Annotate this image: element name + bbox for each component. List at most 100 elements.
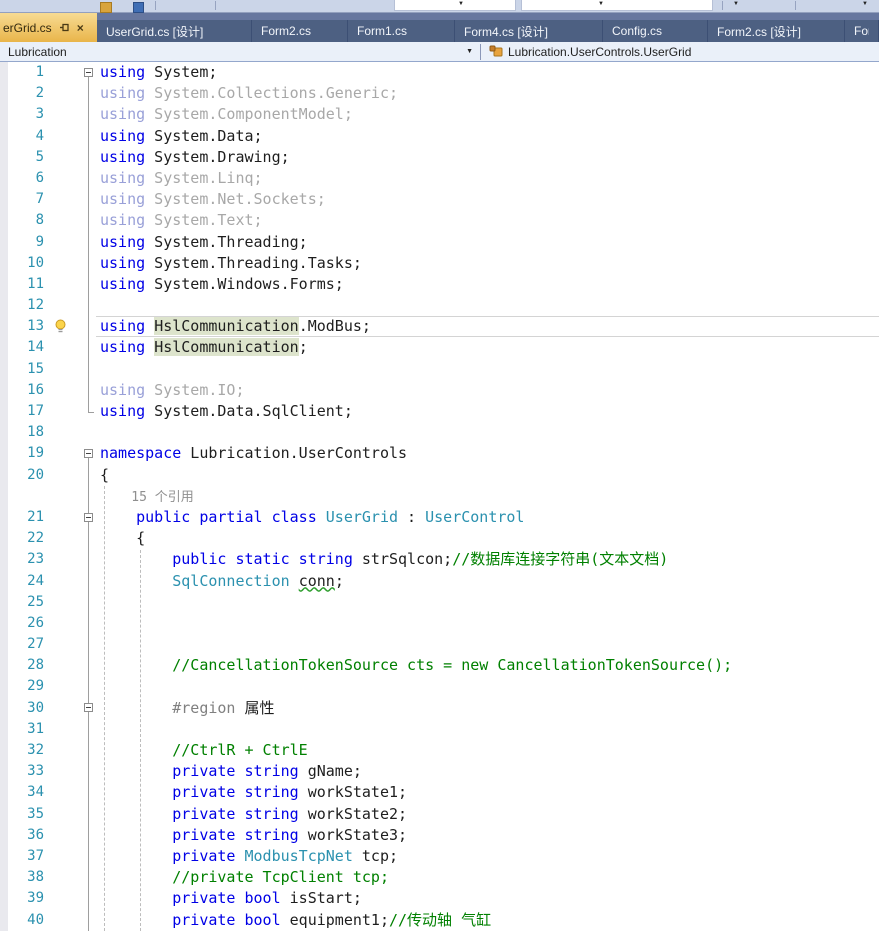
pin-icon[interactable]	[59, 22, 70, 33]
indicator-margin[interactable]	[0, 698, 8, 719]
document-tab[interactable]: For	[845, 20, 879, 42]
outlining-margin[interactable]	[76, 443, 100, 464]
chevron-down-icon[interactable]: ▼	[598, 1, 604, 7]
code-line[interactable]: 23 public static string strSqlcon;//数据库连…	[0, 549, 879, 570]
indicator-margin[interactable]	[0, 253, 8, 274]
chevron-down-icon[interactable]: ▼	[458, 1, 464, 7]
indicator-margin[interactable]	[0, 147, 8, 168]
code-line[interactable]: 39 private bool isStart;	[0, 888, 879, 909]
code-line[interactable]: 11using System.Windows.Forms;	[0, 274, 879, 295]
code-line[interactable]: 13using HslCommunication.ModBus;	[0, 316, 879, 337]
code-line[interactable]: 17using System.Data.SqlClient;	[0, 401, 879, 422]
indicator-margin[interactable]	[0, 189, 8, 210]
indicator-margin[interactable]	[0, 104, 8, 125]
code-line[interactable]: 22 {	[0, 528, 879, 549]
indicator-margin[interactable]	[0, 761, 8, 782]
code-line[interactable]: 4using System.Data;	[0, 126, 879, 147]
code-line[interactable]: 28 //CancellationTokenSource cts = new C…	[0, 655, 879, 676]
indicator-margin[interactable]	[0, 295, 8, 316]
code-line[interactable]: 2using System.Collections.Generic;	[0, 83, 879, 104]
indicator-margin[interactable]	[0, 825, 8, 846]
outlining-margin[interactable]	[76, 62, 100, 83]
code-line[interactable]: 14using HslCommunication;	[0, 337, 879, 358]
indicator-margin[interactable]	[0, 486, 8, 507]
indicator-margin[interactable]	[0, 719, 8, 740]
indicator-margin[interactable]	[0, 528, 8, 549]
indicator-margin[interactable]	[0, 401, 8, 422]
document-tab[interactable]: erGrid.cs×	[0, 13, 97, 42]
indicator-margin[interactable]	[0, 507, 8, 528]
collapse-box-icon[interactable]	[84, 513, 93, 522]
code-line[interactable]: 35 private string workState2;	[0, 804, 879, 825]
toolbar-combobox[interactable]	[394, 0, 516, 11]
indicator-margin[interactable]	[0, 232, 8, 253]
code-line[interactable]: 40 private bool equipment1;//传动轴 气缸	[0, 910, 879, 931]
code-editor[interactable]: 1using System;2using System.Collections.…	[0, 62, 879, 931]
indicator-margin[interactable]	[0, 592, 8, 613]
code-line[interactable]: 1using System;	[0, 62, 879, 83]
code-line[interactable]: 19namespace Lubrication.UserControls	[0, 443, 879, 464]
code-line[interactable]: 5using System.Drawing;	[0, 147, 879, 168]
indicator-margin[interactable]	[0, 422, 8, 443]
indicator-margin[interactable]	[0, 465, 8, 486]
project-dropdown[interactable]: Lubrication ▼	[0, 42, 480, 61]
indicator-margin[interactable]	[0, 655, 8, 676]
code-line[interactable]: 30 #region 属性	[0, 698, 879, 719]
code-line[interactable]: 27	[0, 634, 879, 655]
collapse-box-icon[interactable]	[84, 703, 93, 712]
document-tab[interactable]: Form2.cs	[252, 20, 348, 42]
indicator-margin[interactable]	[0, 910, 8, 931]
code-line[interactable]: 36 private string workState3;	[0, 825, 879, 846]
code-line[interactable]: 24 SqlConnection conn;	[0, 571, 879, 592]
indicator-margin[interactable]	[0, 274, 8, 295]
code-line[interactable]: 20{	[0, 465, 879, 486]
code-line[interactable]: 34 private string workState1;	[0, 782, 879, 803]
indicator-margin[interactable]	[0, 126, 8, 147]
code-line[interactable]: 32 //CtrlR + CtrlE	[0, 740, 879, 761]
document-tab[interactable]: Config.cs	[603, 20, 708, 42]
code-line[interactable]: 10using System.Threading.Tasks;	[0, 253, 879, 274]
code-line[interactable]: 6using System.Linq;	[0, 168, 879, 189]
indicator-margin[interactable]	[0, 316, 8, 337]
indicator-margin[interactable]	[0, 168, 8, 189]
collapse-box-icon[interactable]	[84, 68, 93, 77]
document-tab[interactable]: Form1.cs	[348, 20, 455, 42]
chevron-down-icon[interactable]: ▼	[733, 1, 739, 7]
toolbar-icon-fragment[interactable]	[100, 2, 112, 13]
code-line[interactable]: 15	[0, 359, 879, 380]
code-line[interactable]: 12	[0, 295, 879, 316]
indicator-margin[interactable]	[0, 571, 8, 592]
code-line[interactable]: 25	[0, 592, 879, 613]
indicator-margin[interactable]	[0, 846, 8, 867]
document-tab[interactable]: Form4.cs [设计]	[455, 20, 603, 42]
code-line[interactable]: 21 public partial class UserGrid : UserC…	[0, 507, 879, 528]
code-line[interactable]: 9using System.Threading;	[0, 232, 879, 253]
indicator-margin[interactable]	[0, 804, 8, 825]
indicator-margin[interactable]	[0, 337, 8, 358]
code-line[interactable]: 37 private ModbusTcpNet tcp;	[0, 846, 879, 867]
code-line[interactable]: 7using System.Net.Sockets;	[0, 189, 879, 210]
indicator-margin[interactable]	[0, 83, 8, 104]
indicator-margin[interactable]	[0, 740, 8, 761]
code-line[interactable]: 33 private string gName;	[0, 761, 879, 782]
outlining-margin[interactable]	[76, 507, 100, 528]
codelens-row[interactable]: 15 个引用	[0, 486, 879, 507]
document-tab[interactable]: Form2.cs [设计]	[708, 20, 845, 42]
code-line[interactable]: 18	[0, 422, 879, 443]
chevron-down-icon[interactable]: ▼	[466, 48, 473, 55]
code-line[interactable]: 16using System.IO;	[0, 380, 879, 401]
indicator-margin[interactable]	[0, 634, 8, 655]
lightbulb-icon[interactable]	[46, 316, 76, 337]
indicator-margin[interactable]	[0, 380, 8, 401]
toolbar-icon-fragment[interactable]	[133, 2, 144, 13]
indicator-margin[interactable]	[0, 676, 8, 697]
indicator-margin[interactable]	[0, 62, 8, 83]
indicator-margin[interactable]	[0, 613, 8, 634]
close-icon[interactable]: ×	[77, 22, 84, 34]
code-line[interactable]: 38 //private TcpClient tcp;	[0, 867, 879, 888]
code-line[interactable]: 8using System.Text;	[0, 210, 879, 231]
document-tab[interactable]: UserGrid.cs [设计]	[97, 20, 252, 42]
indicator-margin[interactable]	[0, 888, 8, 909]
indicator-margin[interactable]	[0, 359, 8, 380]
indicator-margin[interactable]	[0, 867, 8, 888]
